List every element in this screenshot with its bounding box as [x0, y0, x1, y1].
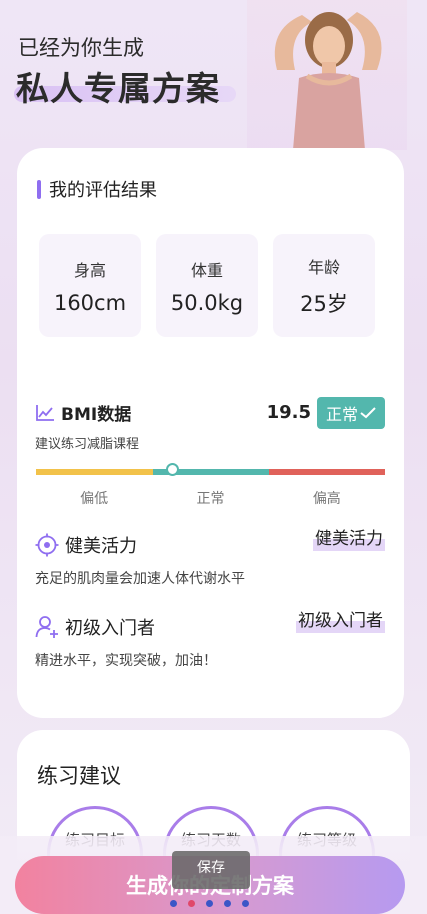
bmi-subtitle: 建议练习减脂课程: [35, 437, 140, 452]
save-tooltip[interactable]: 保存: [172, 851, 250, 889]
bmi-marker: [166, 463, 179, 476]
heading-accent-bar: [37, 179, 41, 199]
scale-label-low: 偏低: [80, 491, 109, 507]
target-icon: [35, 533, 59, 557]
stat-label: 体重: [190, 260, 223, 280]
bmi-status-badge: 正常: [317, 397, 385, 429]
bmi-scale: [36, 463, 385, 476]
bmi-score: 19.5: [266, 402, 311, 423]
page-dot: [170, 900, 177, 907]
feature-fitness: 健美活力 充足的肌肉量会加速人体代谢水平 健美活力: [35, 524, 385, 588]
check-icon: [360, 407, 376, 419]
stat-value: 50.0kg: [170, 290, 244, 315]
scale-high: [269, 469, 385, 475]
page-dot-active: [188, 900, 195, 907]
hero-title: 私人专属方案: [16, 69, 220, 108]
page-dot: [224, 900, 231, 907]
assessment-title: 我的评估结果: [49, 180, 157, 201]
stats-row: 身高 160cm 体重 50.0kg 年龄 25岁: [39, 234, 375, 337]
page-indicator: [170, 900, 249, 907]
page-dot: [206, 900, 213, 907]
line-chart-icon: [36, 404, 54, 421]
user-add-icon: [35, 616, 58, 638]
stat-weight: 体重 50.0kg: [156, 234, 258, 337]
bmi-title: BMI数据: [61, 405, 132, 425]
feature-desc: 精进水平，实现突破，加油！: [35, 653, 217, 669]
advice-title: 练习建议: [37, 764, 121, 788]
feature-desc: 充足的肌肉量会加速人体代谢水平: [35, 571, 245, 587]
feature-title: 初级入门者: [65, 618, 155, 639]
stat-label: 年龄: [307, 257, 340, 277]
feature-title: 健美活力: [65, 536, 137, 557]
model-photo: [247, 0, 407, 150]
stat-value: 160cm: [53, 290, 127, 315]
bmi-scale-labels: 偏低 正常 偏高: [36, 488, 385, 508]
stat-value: 25岁: [300, 291, 348, 316]
hero-subtitle: 已经为你生成: [18, 36, 144, 60]
stat-label: 身高: [73, 260, 106, 280]
stat-height: 身高 160cm: [39, 234, 141, 337]
feature-tag: 健美活力: [313, 524, 385, 551]
assessment-heading: 我的评估结果: [37, 176, 157, 202]
bmi-section: BMI数据 建议练习减脂课程 19.5 正常: [35, 397, 385, 460]
feature-tag: 初级入门者: [296, 606, 385, 633]
page-dot: [242, 900, 249, 907]
scale-label-high: 偏高: [312, 491, 341, 507]
stat-age: 年龄 25岁: [273, 234, 375, 337]
bmi-status-text: 正常: [325, 405, 358, 424]
scale-low: [36, 469, 153, 475]
scale-label-normal: 正常: [196, 491, 225, 507]
feature-level: 初级入门者 精进水平，实现突破，加油！ 初级入门者: [35, 606, 385, 670]
assessment-card: 我的评估结果 身高 160cm 体重 50.0kg 年龄 25岁 BMI数据 建…: [17, 148, 404, 718]
